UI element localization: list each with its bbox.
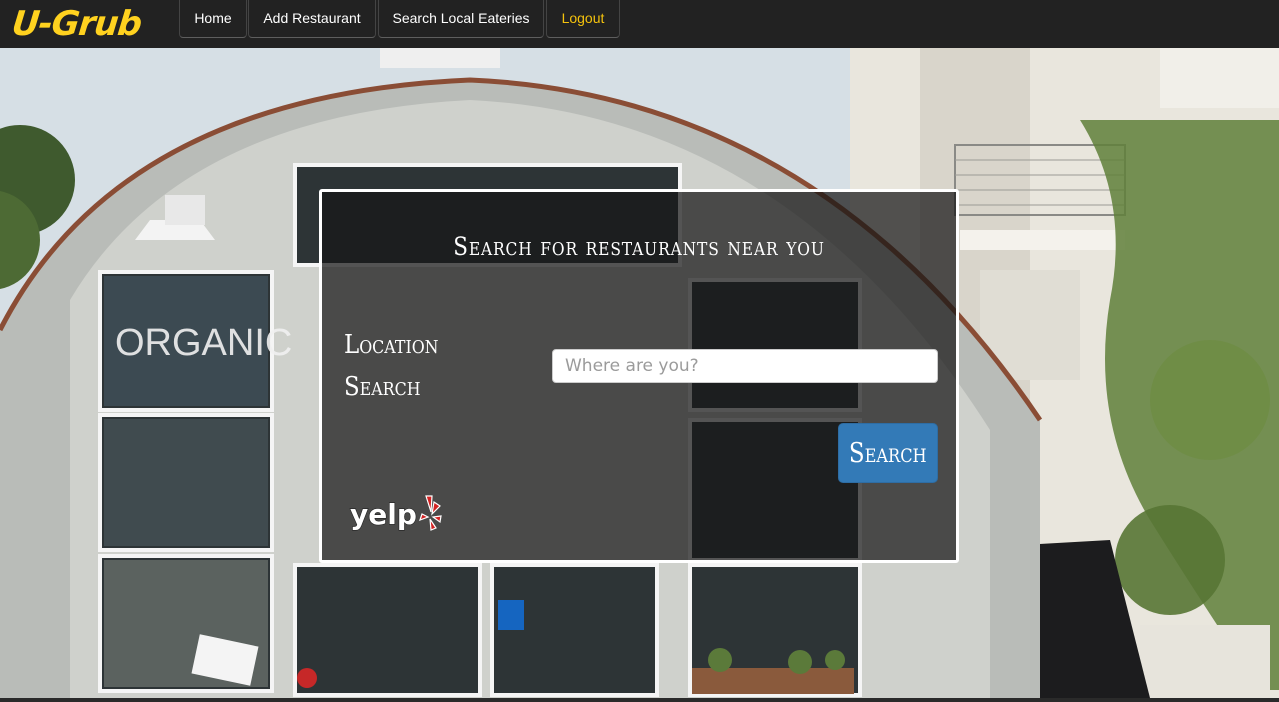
- yelp-logo: yelp: [348, 490, 444, 538]
- nav-search-local-eateries-link[interactable]: Search Local Eateries: [378, 0, 544, 38]
- search-panel-title: Search for restaurants near you: [453, 232, 825, 261]
- brand-logo[interactable]: U-Grub: [10, 2, 144, 46]
- nav-add-restaurant-link[interactable]: Add Restaurant: [248, 0, 376, 38]
- search-button-label: Search: [849, 437, 927, 469]
- search-button[interactable]: Search: [838, 423, 938, 483]
- svg-text:ORGANIC: ORGANIC: [115, 322, 292, 364]
- nav-home-link[interactable]: Home: [179, 0, 247, 38]
- search-panel: Search for restaurants near you Location…: [319, 189, 959, 563]
- bottom-edge: [0, 698, 1279, 702]
- app-window: U-Grub Home Add Restaurant Search Local …: [0, 0, 1279, 702]
- location-input[interactable]: [552, 349, 938, 383]
- yelp-wordmark: yelp: [350, 498, 417, 531]
- top-navbar: U-Grub Home Add Restaurant Search Local …: [0, 0, 1279, 48]
- nav-logout-link[interactable]: Logout: [546, 0, 620, 38]
- location-search-label: Location Search: [344, 330, 439, 402]
